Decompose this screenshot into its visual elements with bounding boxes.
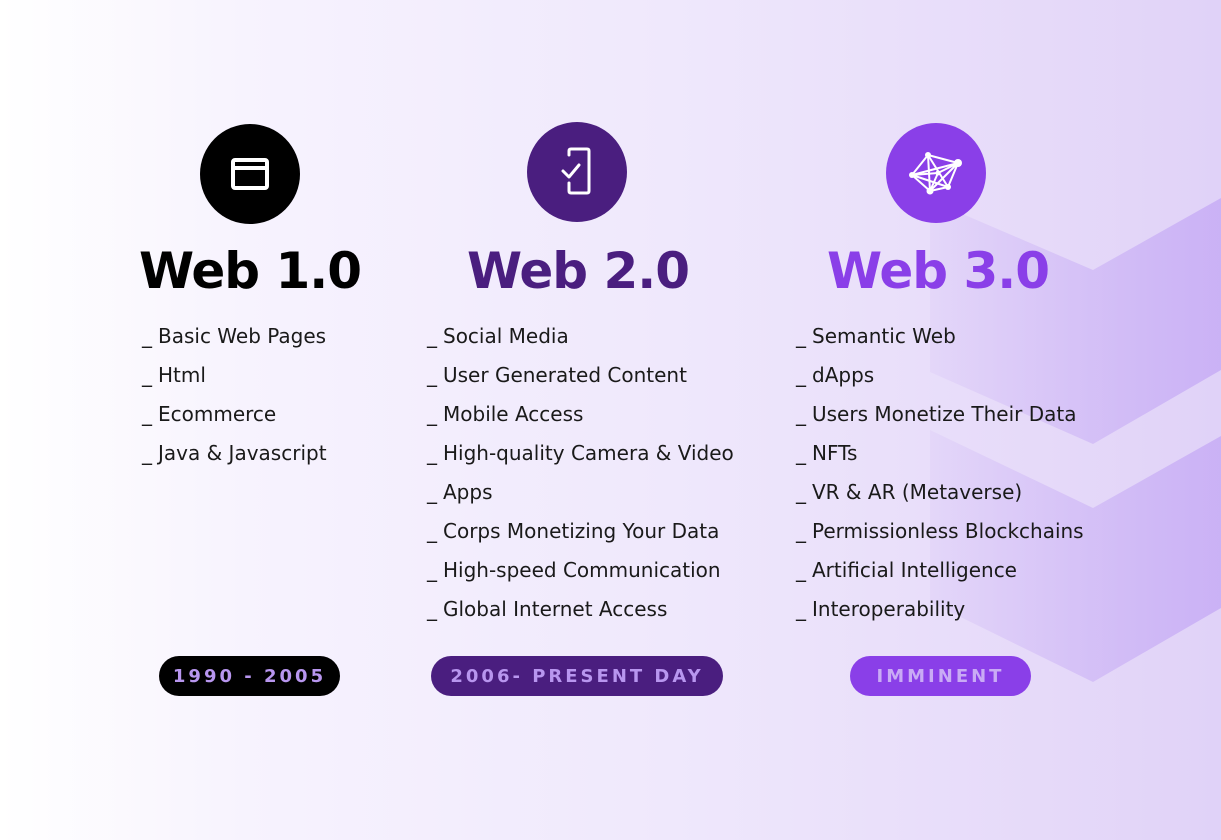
list-item: _ Social Media: [427, 324, 569, 348]
list-item: _ Mobile Access: [427, 402, 584, 426]
list-item: _ User Generated Content: [427, 363, 687, 387]
list-item: _ Semantic Web: [796, 324, 956, 348]
web3-title: Web 3.0: [826, 242, 1050, 300]
list-item: _ NFTs: [796, 441, 858, 465]
list-item: _ Corps Monetizing Your Data: [427, 519, 720, 543]
mobile-check-icon: [561, 147, 591, 195]
list-item: _ Java & Javascript: [142, 441, 327, 465]
list-item: _ Permissionless Blockchains: [796, 519, 1084, 543]
web2-icon-circle: [527, 122, 627, 222]
web3-feature-list: _ Semantic Web _ dApps _ Users Monetize The…: [796, 317, 1084, 629]
list-item: _ Html: [142, 363, 206, 387]
web1-title: Web 1.0: [138, 242, 362, 300]
list-item: _ High-speed Communication: [427, 558, 721, 582]
list-item: _ Users Monetize Their Data: [796, 402, 1077, 426]
list-item: _ Ecommerce: [142, 402, 277, 426]
list-item: _ High-quality Camera & Video: [427, 441, 734, 465]
browser-window-icon: [231, 158, 269, 190]
list-item: _ Global Internet Access: [427, 597, 668, 621]
list-item: _ Artificial Intelligence: [796, 558, 1017, 582]
list-item: _ Apps: [427, 480, 493, 504]
web2-era-badge: 2006- PRESENT DAY: [431, 656, 723, 696]
web2-title: Web 2.0: [466, 242, 690, 300]
web1-era-badge: 1990 - 2005: [159, 656, 340, 696]
list-item: _ Basic Web Pages: [142, 324, 327, 348]
web3-era-badge: IMMINENT: [850, 656, 1031, 696]
web1-icon-circle: [200, 124, 300, 224]
web1-feature-list: _ Basic Web Pages _ Html _ Ecommerce _ Java …: [142, 317, 327, 473]
list-item: _ VR & AR (Metaverse): [796, 480, 1023, 504]
web3-icon-circle: [886, 123, 986, 223]
list-item: _ dApps: [796, 363, 875, 387]
web2-feature-list: _ Social Media _ User Generated Content _ M…: [427, 317, 734, 629]
list-item: _ Interoperability: [796, 597, 966, 621]
network-graph-icon: [909, 152, 962, 195]
